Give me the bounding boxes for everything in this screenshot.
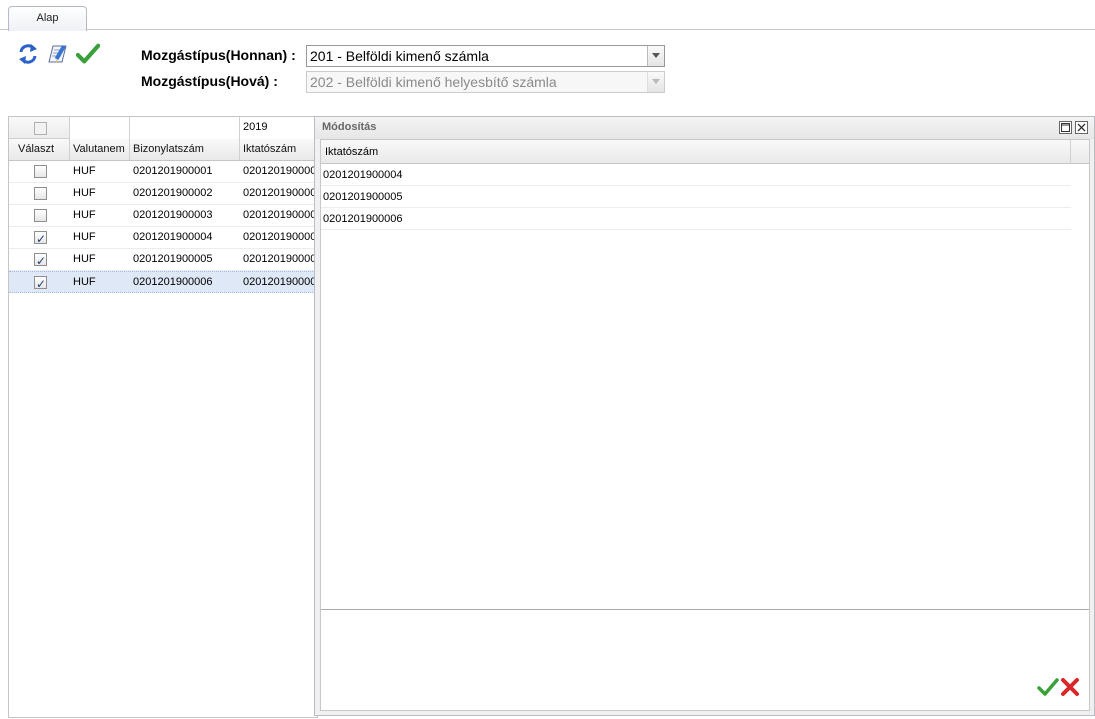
document-grid: 2019 Választ Valutanem Bizonylatszám Ikt… — [8, 116, 318, 718]
row-checkbox[interactable] — [34, 209, 47, 222]
row-reg-number: 0201201900005 — [243, 253, 318, 265]
row-currency: HUF — [73, 253, 96, 265]
edit-form-icon — [48, 45, 67, 63]
col-doc-number[interactable]: Bizonylatszám — [130, 139, 240, 160]
row-checkbox[interactable] — [34, 229, 47, 248]
toolbar — [16, 40, 116, 70]
table-row[interactable]: HUF 0201201900006 0201201900006 — [9, 271, 318, 293]
col-select[interactable]: Választ — [9, 139, 70, 160]
from-dropdown-trigger[interactable] — [647, 46, 664, 66]
cancel-button[interactable] — [1059, 676, 1081, 700]
row-doc-number: 0201201900005 — [133, 253, 213, 265]
col-reg-number[interactable]: Iktatószám — [240, 139, 317, 160]
row-reg-number: 0201201900002 — [243, 187, 318, 199]
row-select-cell — [9, 227, 70, 248]
row-currency: HUF — [73, 165, 96, 177]
dialog-title: Módosítás — [322, 121, 377, 133]
row-select-cell — [9, 249, 70, 270]
to-combo: 202 - Belföldi kimenő helyesbítő számla — [306, 71, 665, 93]
row-select-cell — [9, 183, 70, 204]
to-dropdown-trigger — [647, 72, 664, 92]
row-checkbox[interactable] — [34, 165, 47, 178]
filter-doc-number[interactable] — [130, 117, 240, 139]
dialog-actions — [1037, 676, 1081, 700]
chevron-down-icon — [652, 79, 660, 84]
tab-strip: Alap — [0, 0, 1095, 31]
maximize-icon — [1061, 123, 1070, 132]
row-reg-number: 0201201900001 — [243, 165, 318, 177]
row-reg-number: 0201201900003 — [243, 209, 318, 221]
cancel-x-icon — [1061, 678, 1079, 696]
from-combo[interactable]: 201 - Belföldi kimenő számla — [306, 45, 665, 67]
dialog-header: Módosítás — [315, 117, 1094, 139]
close-icon — [1077, 123, 1086, 132]
row-currency: HUF — [73, 187, 96, 199]
filter-reg-number[interactable]: 2019 — [240, 117, 317, 139]
maximize-button[interactable] — [1059, 121, 1072, 134]
row-checkbox[interactable] — [34, 187, 47, 200]
row-select-cell — [9, 161, 70, 182]
select-all-checkbox[interactable] — [34, 122, 47, 135]
tab-alap[interactable]: Alap — [8, 6, 87, 31]
modify-dialog: Módosítás Iktatószám 0201201900004 020120… — [314, 116, 1095, 716]
from-value: 201 - Belföldi kimenő számla — [310, 48, 489, 64]
refresh-icon — [19, 44, 37, 64]
row-checkbox[interactable] — [34, 274, 47, 293]
row-currency: HUF — [73, 231, 96, 243]
close-button[interactable] — [1075, 121, 1088, 134]
row-doc-number: 0201201900006 — [133, 276, 213, 288]
dialog-body: Iktatószám 0201201900004 0201201900005 020… — [320, 139, 1090, 711]
to-label: Mozgástípus(Hová) : — [141, 73, 278, 89]
row-checkbox[interactable] — [34, 251, 47, 270]
edit-button[interactable] — [46, 40, 70, 68]
row-reg-number: 0201201900006 — [243, 276, 318, 288]
row-doc-number: 0201201900003 — [133, 209, 213, 221]
filter-currency[interactable] — [70, 117, 130, 139]
table-row[interactable]: HUF 0201201900003 0201201900003 — [9, 205, 318, 227]
ok-button[interactable] — [1037, 676, 1059, 700]
dialog-grid: Iktatószám 0201201900004 0201201900005 020… — [321, 140, 1089, 610]
to-value: 202 - Belföldi kimenő helyesbítő számla — [310, 74, 557, 90]
ok-check-icon — [1037, 678, 1059, 696]
dialog-list-item[interactable]: 0201201900006 — [321, 208, 1071, 230]
row-reg-number: 0201201900004 — [243, 231, 318, 243]
table-row[interactable]: HUF 0201201900005 0201201900005 — [9, 249, 318, 271]
from-label: Mozgástípus(Honnan) : — [141, 47, 296, 63]
row-doc-number: 0201201900002 — [133, 187, 213, 199]
row-currency: HUF — [73, 276, 96, 288]
row-currency: HUF — [73, 209, 96, 221]
dialog-list-item[interactable]: 0201201900005 — [321, 186, 1071, 208]
table-row[interactable]: HUF 0201201900004 0201201900004 — [9, 227, 318, 249]
chevron-down-icon — [652, 53, 660, 58]
dialog-col-reg-number[interactable]: Iktatószám — [321, 140, 1071, 164]
row-doc-number: 0201201900001 — [133, 165, 213, 177]
row-select-cell — [9, 272, 70, 293]
refresh-button[interactable] — [16, 40, 40, 68]
dialog-list-item[interactable]: 0201201900004 — [321, 164, 1071, 186]
confirm-check-icon — [76, 43, 100, 64]
grid-filter-row: 2019 — [9, 117, 317, 139]
table-row[interactable]: HUF 0201201900001 0201201900001 — [9, 161, 318, 183]
col-currency[interactable]: Valutanem — [70, 139, 130, 160]
table-row[interactable]: HUF 0201201900002 0201201900002 — [9, 183, 318, 205]
select-all-cell — [9, 117, 70, 138]
dialog-grid-header: Iktatószám — [321, 140, 1089, 164]
confirm-button[interactable] — [76, 40, 100, 68]
grid-header: Választ Valutanem Bizonylatszám Iktatósz… — [9, 139, 317, 161]
row-select-cell — [9, 205, 70, 226]
row-doc-number: 0201201900004 — [133, 231, 213, 243]
